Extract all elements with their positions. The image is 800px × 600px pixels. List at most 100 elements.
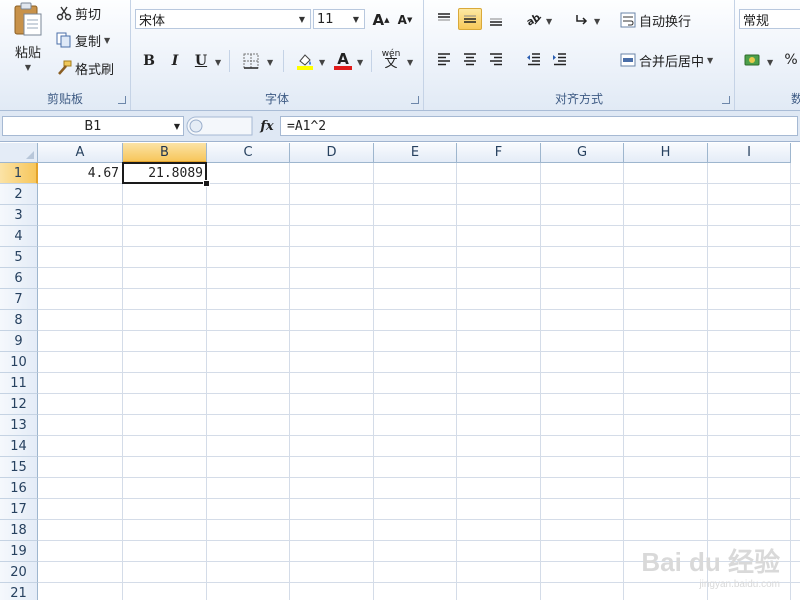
row-header-12[interactable]: 12 — [0, 394, 38, 415]
fill-handle[interactable] — [203, 180, 210, 187]
borders-dropdown-icon[interactable]: ▼ — [267, 58, 273, 67]
text-direction-icon — [576, 15, 588, 25]
text-direction-button[interactable] — [570, 8, 594, 30]
phonetic-button[interactable]: wén 文 — [379, 48, 403, 70]
underline-icon: U — [194, 53, 208, 69]
grid-hline — [38, 435, 800, 436]
row-header-3[interactable]: 3 — [0, 205, 38, 226]
decrease-indent-button[interactable] — [522, 48, 546, 70]
shrink-font-button[interactable]: A ▼ — [393, 9, 417, 31]
column-header-f[interactable]: F — [457, 143, 541, 163]
align-middle-button[interactable] — [458, 8, 482, 30]
formula-input[interactable]: =A1^2 — [280, 116, 798, 136]
row-header-14[interactable]: 14 — [0, 436, 38, 457]
text-direction-dropdown-icon[interactable]: ▼ — [594, 17, 600, 26]
align-center-button[interactable] — [458, 48, 482, 70]
formula-text: =A1^2 — [287, 118, 327, 134]
percent-style-button[interactable]: % — [779, 49, 800, 71]
row-header-8[interactable]: 8 — [0, 310, 38, 331]
column-header-a[interactable]: A — [38, 143, 123, 163]
worksheet-grid[interactable]: ABCDEFGHI 1 2 3 4 5 6 7 8 9 10 11 12 13 14 15 16 17 18 19 2… — [0, 143, 800, 600]
row-header-15[interactable]: 15 — [0, 457, 38, 478]
active-cell-border[interactable] — [122, 162, 207, 184]
merge-center-button[interactable]: 合并后居中 ▼ — [620, 49, 713, 71]
orientation-dropdown-icon[interactable]: ▼ — [546, 17, 552, 26]
row-header-2[interactable]: 2 — [0, 184, 38, 205]
column-header-g[interactable]: G — [541, 143, 624, 163]
row-header-7[interactable]: 7 — [0, 289, 38, 310]
select-all-button[interactable] — [0, 143, 38, 163]
accounting-dropdown-icon[interactable]: ▼ — [767, 58, 773, 67]
row-header-9[interactable]: 9 — [0, 331, 38, 352]
font-name-dropdown-icon[interactable]: ▼ — [296, 10, 308, 28]
row-header-6[interactable]: 6 — [0, 268, 38, 289]
cell-a1[interactable]: 4.67 — [38, 163, 123, 183]
align-left-button[interactable] — [432, 48, 456, 70]
font-color-dropdown-icon[interactable]: ▼ — [357, 58, 363, 67]
row-header-18[interactable]: 18 — [0, 520, 38, 541]
shrink-font-icon: A — [397, 13, 407, 27]
watermark-sub: jingyan.baidu.com — [699, 579, 780, 590]
copy-dropdown-icon[interactable]: ▼ — [104, 36, 110, 45]
font-size-value: 11 — [317, 11, 334, 27]
formula-bar-splitter-icon[interactable] — [186, 116, 256, 136]
grid-vline — [790, 163, 791, 600]
grid-vline — [623, 163, 624, 600]
row-header-21[interactable]: 21 — [0, 583, 38, 600]
grid-hline — [38, 267, 800, 268]
orientation-button[interactable]: ab — [522, 8, 546, 30]
row-header-1[interactable]: 1 — [0, 163, 38, 184]
row-header-13[interactable]: 13 — [0, 415, 38, 436]
font-name-combo[interactable]: 宋体 ▼ — [135, 9, 311, 29]
font-dialog-launcher-icon[interactable] — [411, 96, 419, 104]
row-header-19[interactable]: 19 — [0, 541, 38, 562]
column-header-e[interactable]: E — [374, 143, 457, 163]
paste-button[interactable]: 粘贴 ▼ — [8, 2, 48, 80]
clipboard-dialog-launcher-icon[interactable] — [118, 96, 126, 104]
paste-dropdown-icon[interactable]: ▼ — [8, 63, 48, 72]
font-size-combo[interactable]: 11 ▼ — [313, 9, 365, 29]
format-painter-button[interactable]: 格式刷 — [56, 57, 114, 79]
row-header-20[interactable]: 20 — [0, 562, 38, 583]
align-right-button[interactable] — [484, 48, 508, 70]
align-top-button[interactable] — [432, 8, 456, 30]
row-header-10[interactable]: 10 — [0, 352, 38, 373]
increase-indent-button[interactable] — [548, 48, 572, 70]
name-box-dropdown-icon[interactable]: ▼ — [174, 122, 180, 131]
borders-button[interactable] — [239, 50, 263, 72]
cut-button[interactable]: 剪切 — [56, 2, 101, 24]
grow-font-button[interactable]: A ▲ — [369, 9, 393, 31]
column-header-d[interactable]: D — [290, 143, 374, 163]
phonetic-dropdown-icon[interactable]: ▼ — [407, 58, 413, 67]
column-header-h[interactable]: H — [624, 143, 708, 163]
underline-button[interactable]: U — [189, 50, 213, 72]
italic-button[interactable]: I — [163, 50, 187, 72]
fill-color-dropdown-icon[interactable]: ▼ — [319, 58, 325, 67]
column-header-b[interactable]: B — [123, 143, 207, 163]
number-format-combo[interactable]: 常规 — [739, 9, 800, 29]
underline-dropdown-icon[interactable]: ▼ — [215, 58, 221, 67]
grid-hline — [38, 393, 800, 394]
alignment-dialog-launcher-icon[interactable] — [722, 96, 730, 104]
merge-center-dropdown-icon[interactable]: ▼ — [707, 56, 713, 65]
row-header-5[interactable]: 5 — [0, 247, 38, 268]
name-box[interactable]: B1 ▼ — [2, 116, 184, 136]
column-header-i[interactable]: I — [708, 143, 791, 163]
row-header-16[interactable]: 16 — [0, 478, 38, 499]
row-header-4[interactable]: 4 — [0, 226, 38, 247]
font-color-button[interactable]: A — [331, 50, 355, 72]
align-bottom-button[interactable] — [484, 8, 508, 30]
formula-bar: B1 ▼ fx =A1^2 — [0, 111, 800, 142]
copy-button[interactable]: 复制 ▼ — [56, 29, 110, 51]
insert-function-button[interactable]: fx — [256, 116, 278, 136]
fill-color-button[interactable] — [293, 50, 317, 72]
row-header-11[interactable]: 11 — [0, 373, 38, 394]
wrap-text-button[interactable]: 自动换行 — [620, 9, 691, 31]
accounting-format-button[interactable] — [741, 49, 765, 71]
row-header-17[interactable]: 17 — [0, 499, 38, 520]
bold-button[interactable]: B — [137, 50, 161, 72]
italic-icon: I — [171, 53, 179, 69]
font-size-dropdown-icon[interactable]: ▼ — [350, 10, 362, 28]
column-header-c[interactable]: C — [207, 143, 290, 163]
grid-hline — [38, 498, 800, 499]
